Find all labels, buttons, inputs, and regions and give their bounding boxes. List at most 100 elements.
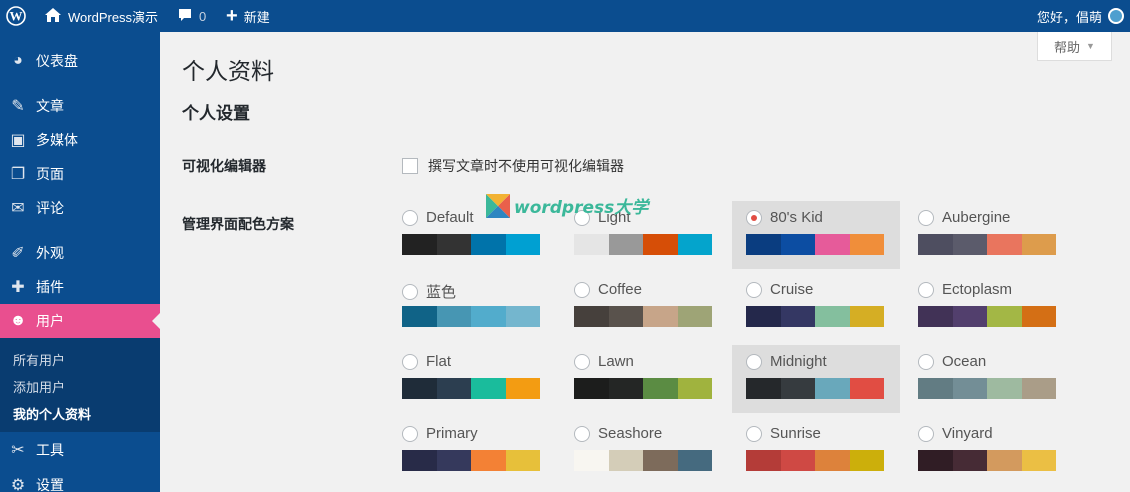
color-scheme-option[interactable]: Lawn <box>574 353 634 370</box>
color-scheme-sunrise[interactable]: Sunrise <box>732 417 900 485</box>
new-content-label: 新建 <box>243 9 270 25</box>
sidebar-item-label: 设置 <box>36 477 64 492</box>
color-scheme-option[interactable]: Flat <box>402 353 451 370</box>
color-scheme-vinyard[interactable]: Vinyard <box>904 417 1072 485</box>
sidebar-item-media[interactable]: ▣ 多媒体 <box>0 123 160 157</box>
color-scheme-option[interactable]: 80's Kid <box>746 209 823 226</box>
color-scheme-option[interactable]: Ocean <box>918 353 986 370</box>
color-scheme-radio[interactable] <box>402 425 418 442</box>
color-scheme-option[interactable]: Primary <box>402 425 478 442</box>
color-swatches <box>574 306 712 327</box>
color-scheme-option[interactable]: Default <box>402 209 474 226</box>
page-title: 个人资料 <box>182 58 274 84</box>
color-scheme-midnight[interactable]: Midnight <box>732 345 900 413</box>
color-scheme-name: Ectoplasm <box>942 281 1013 298</box>
color-swatches <box>918 450 1056 471</box>
color-swatch <box>987 450 1022 471</box>
color-scheme-radio[interactable] <box>574 425 590 442</box>
color-scheme-radio[interactable] <box>402 283 418 300</box>
submenu-item-add-user[interactable]: 添加用户 <box>13 377 65 396</box>
plugin-icon: ✚ <box>11 279 25 296</box>
color-scheme-radio[interactable] <box>746 209 762 226</box>
sidebar-item-pages[interactable]: ❐ 页面 <box>0 157 160 191</box>
color-scheme-lawn[interactable]: Lawn <box>560 345 728 413</box>
comment-bubble-icon <box>177 7 193 26</box>
user-account-link[interactable]: 您好，倡萌 <box>1037 0 1124 32</box>
color-scheme-option[interactable]: Cruise <box>746 281 813 298</box>
sidebar-item-dashboard[interactable]: ◕ 仪表盘 <box>0 44 160 78</box>
color-scheme-radio[interactable] <box>574 353 590 370</box>
color-swatch <box>746 306 781 327</box>
color-scheme-radio[interactable] <box>746 281 762 298</box>
sidebar-item-appearance[interactable]: ✐ 外观 <box>0 236 160 270</box>
color-swatch <box>815 450 850 471</box>
visual-editor-checkbox[interactable] <box>402 158 418 174</box>
color-scheme-option[interactable]: Aubergine <box>918 209 1010 226</box>
color-scheme-radio[interactable] <box>918 425 934 442</box>
color-swatches <box>746 450 884 471</box>
color-scheme-radio[interactable] <box>402 209 418 226</box>
color-scheme-option[interactable]: Midnight <box>746 353 827 370</box>
color-scheme-option[interactable]: Seashore <box>574 425 662 442</box>
sidebar-item-comments[interactable]: ✉ 评论 <box>0 191 160 225</box>
color-swatch <box>1021 234 1056 255</box>
plus-icon: + <box>226 4 238 27</box>
sidebar-item-plugins[interactable]: ✚ 插件 <box>0 270 160 304</box>
sidebar-item-settings[interactable]: ⚙ 设置 <box>0 468 160 492</box>
color-swatches <box>574 234 712 255</box>
color-swatch <box>677 378 712 399</box>
color-scheme-80-s-kid[interactable]: 80's Kid <box>732 201 900 269</box>
howdy-label: 您好，倡萌 <box>1036 9 1102 25</box>
color-swatch <box>780 234 815 255</box>
submenu-item-my-profile[interactable]: 我的个人资料 <box>13 404 91 423</box>
color-scheme-name: Aubergine <box>942 209 1011 226</box>
comments-link[interactable]: 0 <box>177 0 206 32</box>
color-scheme-cruise[interactable]: Cruise <box>732 273 900 341</box>
help-tab-button[interactable]: 帮助 ▼ <box>1037 32 1112 61</box>
color-scheme-flat[interactable]: Flat <box>388 345 556 413</box>
color-scheme-name: Primary <box>426 425 478 442</box>
color-scheme-radio[interactable] <box>746 353 762 370</box>
color-scheme-name: Flat <box>426 353 452 370</box>
color-swatch <box>918 234 953 255</box>
color-scheme-option[interactable]: Vinyard <box>918 425 993 442</box>
color-scheme-option[interactable]: Coffee <box>574 281 642 298</box>
color-scheme-radio[interactable] <box>918 353 934 370</box>
color-swatches <box>746 306 884 327</box>
wordpress-logo-icon[interactable]: W <box>6 0 32 32</box>
color-scheme-scheme-4[interactable]: 蓝色 <box>388 273 556 341</box>
color-scheme-name: Midnight <box>770 353 827 370</box>
color-scheme-aubergine[interactable]: Aubergine <box>904 201 1072 269</box>
color-scheme-radio[interactable] <box>918 281 934 298</box>
sidebar-item-label: 外观 <box>36 245 64 261</box>
submenu-item-all-users[interactable]: 所有用户 <box>13 350 65 369</box>
visual-editor-option[interactable]: 撰写文章时不使用可视化编辑器 <box>402 156 624 176</box>
color-scheme-option[interactable]: Ectoplasm <box>918 281 1012 298</box>
color-scheme-radio[interactable] <box>574 281 590 298</box>
sidebar-item-tools[interactable]: ✂ 工具 <box>0 433 160 467</box>
sidebar-item-label: 页面 <box>36 166 64 182</box>
color-scheme-ocean[interactable]: Ocean <box>904 345 1072 413</box>
sidebar-item-posts[interactable]: ✎ 文章 <box>0 89 160 123</box>
color-swatches <box>918 234 1056 255</box>
new-content-link[interactable]: + 新建 <box>226 0 270 32</box>
color-swatch <box>746 234 781 255</box>
site-name-label: WordPress演示 <box>68 9 159 25</box>
sidebar-item-users[interactable]: ☻ 用户 <box>0 304 160 338</box>
color-scheme-radio[interactable] <box>746 425 762 442</box>
color-scheme-radio[interactable] <box>918 209 934 226</box>
color-swatch <box>574 306 609 327</box>
color-scheme-option[interactable]: Sunrise <box>746 425 821 442</box>
color-scheme-seashore[interactable]: Seashore <box>560 417 728 485</box>
site-name-link[interactable]: WordPress演示 <box>44 0 158 32</box>
color-scheme-option[interactable]: 蓝色 <box>402 281 456 302</box>
color-scheme-name: Ocean <box>942 353 987 370</box>
color-scheme-ectoplasm[interactable]: Ectoplasm <box>904 273 1072 341</box>
color-swatch <box>643 306 678 327</box>
color-swatch <box>608 378 643 399</box>
color-swatch <box>918 378 953 399</box>
sidebar-item-label: 仪表盘 <box>36 53 78 69</box>
color-scheme-radio[interactable] <box>402 353 418 370</box>
color-scheme-primary[interactable]: Primary <box>388 417 556 485</box>
color-scheme-coffee[interactable]: Coffee <box>560 273 728 341</box>
